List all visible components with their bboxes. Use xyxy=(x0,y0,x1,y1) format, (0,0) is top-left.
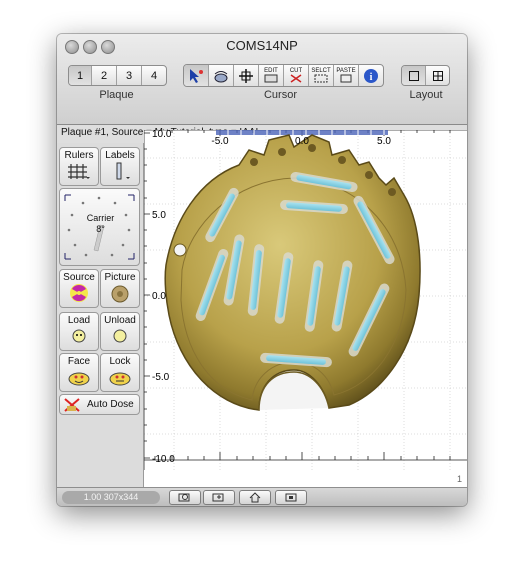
auto-dose-label: Auto Dose xyxy=(87,399,134,410)
select-tool-button[interactable]: SELCT xyxy=(309,65,334,86)
plaque-tab-4[interactable]: 4 xyxy=(142,66,166,85)
edit-tool-button[interactable]: EDIT xyxy=(259,65,284,86)
svg-text:i: i xyxy=(370,72,373,83)
status-bar: 1.00 307x344 xyxy=(57,487,467,506)
ruler-x-label-5: 5.0 xyxy=(377,136,391,147)
load-button[interactable]: Load xyxy=(59,312,99,351)
picture-label: Picture xyxy=(104,272,136,283)
layout-grid-button[interactable] xyxy=(426,66,449,85)
source-label: Source xyxy=(63,272,95,283)
cut-tool-button[interactable]: CUT xyxy=(284,65,309,86)
tool-panel: Rulers Labels Carrier 8° Source Picture … xyxy=(57,143,144,490)
labels-label: Labels xyxy=(105,150,135,161)
ruler-y-label-10: 10.0 xyxy=(152,130,172,140)
labels-button[interactable]: Labels xyxy=(100,147,140,186)
carrier-dial[interactable]: Carrier 8° xyxy=(59,188,140,266)
plaque-tab-3[interactable]: 3 xyxy=(117,66,142,85)
auto-dose-x-icon xyxy=(64,398,80,412)
load-eye-icon xyxy=(72,329,86,343)
source-button[interactable]: Source xyxy=(59,269,99,308)
auto-dose-button[interactable]: Auto Dose xyxy=(59,394,140,415)
carrier-angle: 8° xyxy=(96,224,105,234)
plaque-picture-icon xyxy=(111,285,129,303)
plaque-selector: 1 2 3 4 xyxy=(68,65,167,86)
paste-icon xyxy=(340,74,352,83)
picture-button[interactable]: Picture xyxy=(100,269,140,308)
page-number: 1 xyxy=(457,474,462,484)
plaque-tab-2[interactable]: 2 xyxy=(92,66,117,85)
app-window: COMS14NP 1 2 3 4 Plaque EDIT CUT SELCT P… xyxy=(57,34,467,506)
lock-face-icon xyxy=(109,372,131,386)
grid-pane-icon xyxy=(432,70,443,81)
face-button[interactable]: Face xyxy=(59,353,99,392)
crosshair-icon xyxy=(239,68,253,83)
ruler-y-label-neg10: -10.0 xyxy=(152,454,175,465)
plaque-canvas[interactable]: -5.0 0.0 5.0 10.0 5.0 0.0 -5.0 -10.0 1 xyxy=(143,129,467,487)
fit-view-button[interactable] xyxy=(275,490,307,505)
face-icon xyxy=(68,372,90,386)
title-bar: COMS14NP 1 2 3 4 Plaque EDIT CUT SELCT P… xyxy=(57,34,467,125)
zoom-out-button[interactable] xyxy=(169,490,201,505)
info-tool-button[interactable]: i xyxy=(359,65,383,86)
layout-single-button[interactable] xyxy=(402,66,426,85)
paste-tool-button[interactable]: PASTE xyxy=(334,65,359,86)
edit-icon xyxy=(264,74,278,83)
zoom-in-button[interactable] xyxy=(203,490,235,505)
layout-group-label: Layout xyxy=(409,89,443,101)
ruler-y-label-5: 5.0 xyxy=(152,210,166,221)
plaque-tab-1[interactable]: 1 xyxy=(69,66,92,85)
zoom-in-icon xyxy=(212,493,224,502)
load-label: Load xyxy=(67,315,91,326)
lock-label: Lock xyxy=(109,356,131,367)
unload-button[interactable]: Unload xyxy=(100,312,140,351)
select-icon xyxy=(314,74,328,83)
layout-selector xyxy=(401,65,450,86)
rulers-button[interactable]: Rulers xyxy=(59,147,99,186)
hand-move-icon xyxy=(214,70,228,82)
scissors-icon xyxy=(290,74,302,83)
cursor-group-label: Cursor xyxy=(263,89,297,101)
ruler-x-label-neg5: -5.0 xyxy=(211,136,229,147)
plaque-group-label: Plaque xyxy=(99,89,134,101)
plaque-drawing: -5.0 0.0 5.0 10.0 5.0 0.0 -5.0 -10.0 1 xyxy=(143,129,467,484)
unload-eye-icon xyxy=(113,329,127,343)
window-title: COMS14NP xyxy=(226,38,298,53)
pointer-tool-button[interactable] xyxy=(184,65,209,86)
move-tool-button[interactable] xyxy=(209,65,234,86)
fit-view-icon xyxy=(285,493,297,502)
zoom-out-icon xyxy=(178,493,190,502)
face-label: Face xyxy=(67,356,91,367)
ruler-y-label-neg5: -5.0 xyxy=(152,372,170,383)
home-icon xyxy=(249,492,261,503)
carrier-label: Carrier xyxy=(86,213,115,223)
ruler-x-label-0: 0.0 xyxy=(295,136,309,147)
zoom-readout: 1.00 307x344 xyxy=(62,491,160,504)
crosshair-tool-button[interactable] xyxy=(234,65,259,86)
single-pane-icon xyxy=(408,70,419,81)
cursor-tools: EDIT CUT SELCT PASTE i xyxy=(183,64,384,87)
rulers-label: Rulers xyxy=(64,150,94,161)
pointer-arrow-icon xyxy=(190,68,203,83)
lock-button[interactable]: Lock xyxy=(100,353,140,392)
label-bar-icon xyxy=(116,162,130,180)
radiation-icon xyxy=(70,284,88,302)
ruler-grid-icon xyxy=(68,164,90,179)
info-icon: i xyxy=(364,68,378,83)
home-view-button[interactable] xyxy=(239,490,271,505)
unload-label: Unload xyxy=(104,315,136,326)
ruler-y-label-0: 0.0 xyxy=(152,291,166,302)
